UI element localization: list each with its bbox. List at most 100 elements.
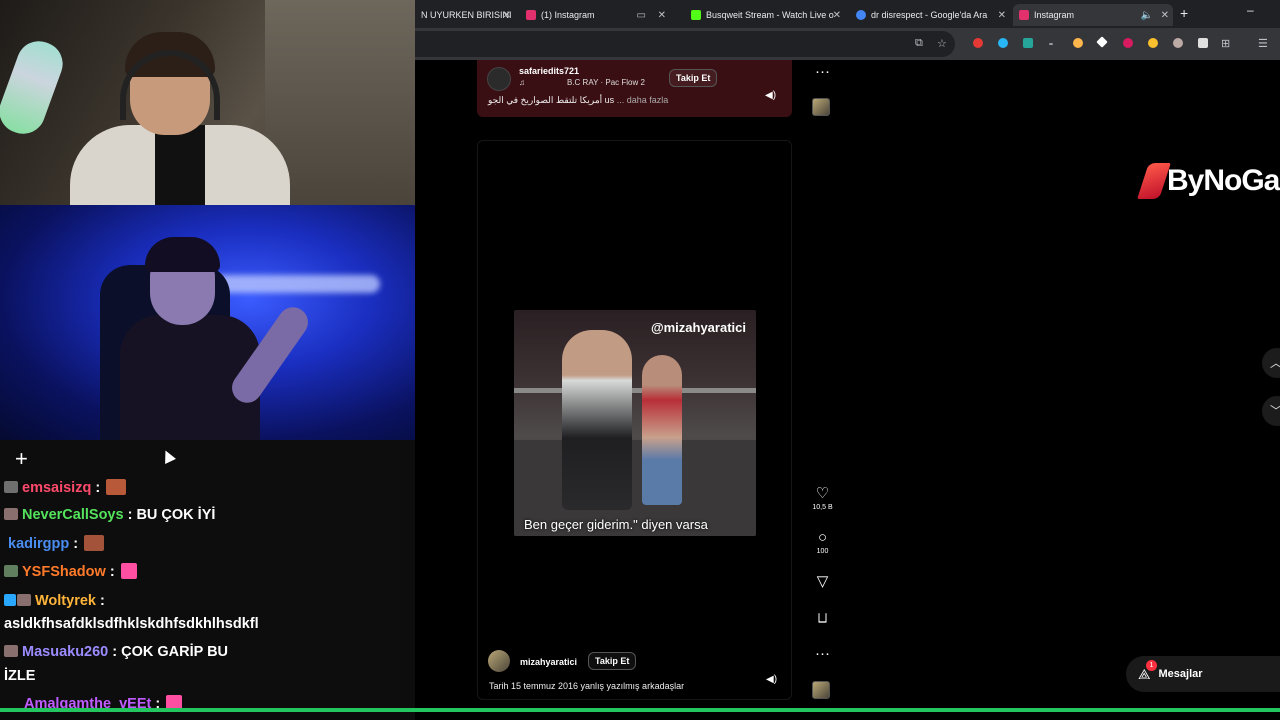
guard-rail <box>514 388 756 393</box>
picture-in-picture-icon[interactable]: ▭ <box>637 10 646 21</box>
share-button[interactable]: ▽ <box>810 574 835 590</box>
unread-badge: 1 <box>1146 659 1157 671</box>
add-icon[interactable]: + <box>15 448 28 470</box>
user-badge-icon <box>4 565 18 577</box>
chat-message: NeverCallSoys : BU ÇOK İYİ <box>4 506 215 524</box>
tab-title: (1) Instagram <box>541 10 595 20</box>
tab-google[interactable]: dr disrespect - Google'da Ara ✕ <box>850 4 1010 26</box>
save-button[interactable]: ⊏ <box>810 610 835 626</box>
next-reel-button[interactable]: ﹀ <box>1262 396 1280 426</box>
chat-message: Woltyrek : <box>4 592 105 610</box>
webcam-bottom <box>0 205 415 440</box>
video-person <box>562 330 632 510</box>
close-icon[interactable]: ✕ <box>658 10 666 21</box>
tab-title: dr disrespect - Google'da Ara <box>871 10 988 20</box>
webcam-top <box>0 0 415 205</box>
speaker-icon[interactable]: ◀) <box>765 90 776 101</box>
extension-icon[interactable] <box>998 38 1008 48</box>
user-badge-icon <box>4 481 18 493</box>
logo-mark-icon <box>1137 163 1171 199</box>
more-link[interactable]: ... daha fazla <box>617 95 669 105</box>
shield-icon[interactable] <box>1198 38 1208 48</box>
extension-adblock-icon[interactable] <box>973 38 983 48</box>
extension-icon[interactable] <box>1049 43 1053 45</box>
close-icon[interactable]: ✕ <box>503 10 511 21</box>
heart-icon[interactable]: ♡ <box>810 486 835 502</box>
comment-icon[interactable]: ○ <box>810 530 835 546</box>
speaker-icon[interactable]: 🔈 <box>1141 10 1153 21</box>
avatar[interactable] <box>487 67 511 91</box>
logo-text: ByNoGa <box>1167 164 1280 197</box>
google-icon <box>856 10 866 20</box>
led-strip <box>210 275 380 293</box>
follow-button[interactable]: Takip Et <box>669 69 718 87</box>
chat-text: İZLE <box>4 668 36 684</box>
extension-icon[interactable] <box>1173 38 1183 48</box>
extension-icon[interactable] <box>1096 36 1108 48</box>
chat-text: BU ÇOK İYİ <box>136 507 216 523</box>
video-person <box>642 355 682 505</box>
user-badge-icon <box>4 594 16 606</box>
menu-icon[interactable]: ☰ <box>1258 37 1268 50</box>
messages-label: Mesajlar <box>1158 668 1203 680</box>
post-username[interactable]: safariedits721 <box>519 66 579 76</box>
audio-thumbnail[interactable] <box>812 681 830 699</box>
extensions-puzzle-icon[interactable]: ⊞ <box>1221 37 1230 50</box>
more-icon[interactable]: ··· <box>810 646 835 662</box>
chat-message: YSFShadow : <box>4 563 137 581</box>
bookmark-star-icon[interactable]: ☆ <box>937 37 947 50</box>
chat-username: Masuaku260 <box>22 644 109 660</box>
previous-reel-button[interactable]: ︿ <box>1262 348 1280 378</box>
chat-message: emsaisizq : <box>4 479 127 497</box>
chat-username: Woltyrek <box>35 593 96 609</box>
avatar[interactable] <box>488 650 510 672</box>
extension-icon[interactable] <box>1073 38 1083 48</box>
close-icon[interactable]: ✕ <box>1161 10 1169 21</box>
extension-icon[interactable] <box>1023 38 1033 48</box>
bookmark-icon[interactable]: ⊏ <box>814 606 831 631</box>
progress-bar <box>0 708 1280 712</box>
instagram-icon <box>1019 10 1029 20</box>
tab-title: Instagram <box>1034 10 1075 20</box>
post-username[interactable]: mizahyaratici <box>520 657 577 667</box>
song-title[interactable]: B.C RAY · Pac Flow 2 <box>567 78 645 87</box>
new-tab-button[interactable]: + <box>1180 5 1188 21</box>
chat-username: emsaisizq <box>22 480 92 496</box>
post-caption: أمريكا تلتقط الصواريخ في الجو us ... dah… <box>488 95 668 106</box>
install-app-icon[interactable]: ⧉ <box>915 37 923 50</box>
messages-button[interactable]: ⟁ 1 Mesajlar <box>1126 656 1280 692</box>
more-icon[interactable]: ··· <box>810 64 835 80</box>
comment-count: 100 <box>816 548 829 555</box>
extension-icon[interactable] <box>1148 38 1158 48</box>
stream-overlay: + emsaisizq : NeverCallSoys : BU ÇOK İYİ… <box>0 0 415 720</box>
tab-instagram-1[interactable]: (1) Instagram ▭ ✕ <box>520 4 670 26</box>
extension-icon[interactable] <box>1123 38 1133 48</box>
chat-message-continued: asldkfhsafdklsdfhklskdhfsdkhlhsdkfl <box>4 615 259 633</box>
chat-message-continued: İZLE <box>4 667 35 685</box>
messenger-icon: ⟁ 1 <box>1138 659 1157 683</box>
post-caption: Tarih 15 temmuz 2016 yanlış yazılmış ark… <box>489 681 685 691</box>
music-icon: ♫ <box>519 78 525 87</box>
comment-button[interactable]: ○ 100 <box>810 530 835 556</box>
more-options-top[interactable]: ··· <box>810 64 835 80</box>
speaker-icon[interactable]: ◀) <box>766 674 777 685</box>
minimize-button[interactable]: – <box>1247 3 1254 17</box>
kick-icon <box>691 10 701 20</box>
reel-video[interactable]: @mizahyaratici Ben geçer giderim." diyen… <box>514 310 756 536</box>
chat-username: NeverCallSoys <box>22 507 124 523</box>
user-badge-icon <box>4 645 18 657</box>
close-icon[interactable]: ✕ <box>998 10 1006 21</box>
streamer-figure <box>60 30 310 205</box>
instagram-icon <box>526 10 536 20</box>
tab-bar: N UYURKEN BIRISINI ✕ (1) Instagram ▭ ✕ B… <box>415 0 1280 28</box>
chat-text: ÇOK GARİP BU <box>121 644 229 660</box>
more-options[interactable]: ··· <box>810 646 835 662</box>
address-bar[interactable] <box>415 31 955 57</box>
tab-1[interactable]: N UYURKEN BIRISINI ✕ <box>415 4 515 26</box>
like-button[interactable]: ♡ 10,5 B <box>810 486 835 512</box>
follow-button[interactable]: Takip Et <box>588 652 637 670</box>
send-icon[interactable]: ▽ <box>810 574 835 590</box>
caption-text: أمريكا تلتقط الصواريخ في الجو us <box>488 95 615 105</box>
audio-thumbnail[interactable] <box>812 98 830 116</box>
tab-instagram-active[interactable]: Instagram 🔈 ✕ <box>1013 4 1173 26</box>
